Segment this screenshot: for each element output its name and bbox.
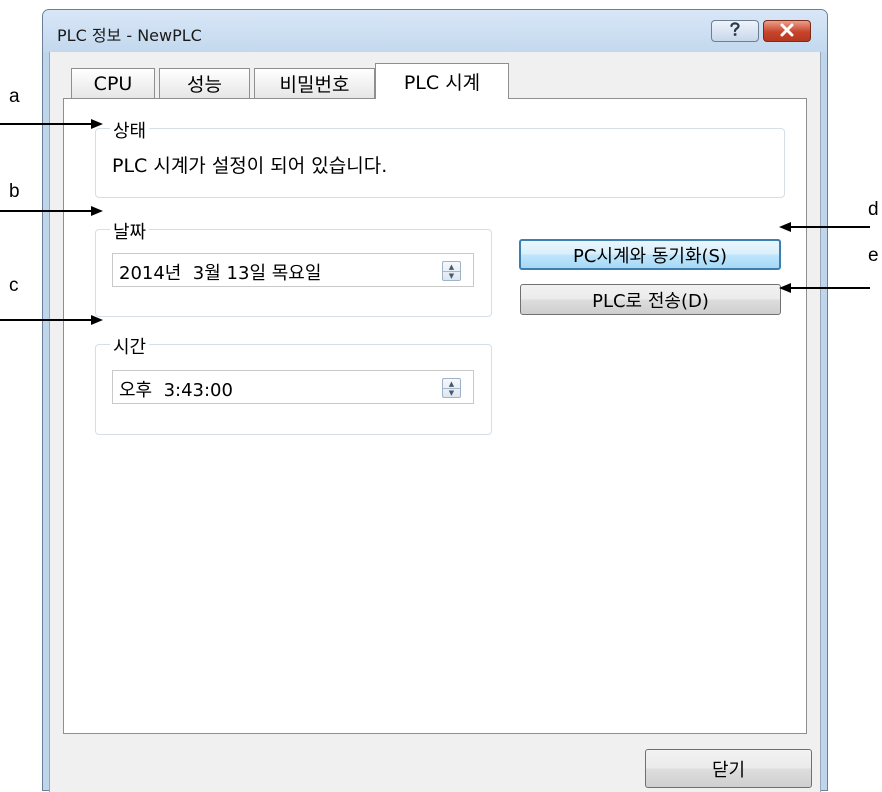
tab-label: 비밀번호 <box>279 74 350 96</box>
tab-plc-clock[interactable]: PLC 시계 <box>375 63 509 99</box>
status-group: 상태 PLC 시계가 설정이 되어 있습니다. <box>95 117 785 198</box>
send-to-plc-button[interactable]: PLC로 전송(D) <box>520 284 781 315</box>
tab-label: PLC 시계 <box>403 72 481 94</box>
help-icon <box>728 21 742 41</box>
tab-cpu[interactable]: CPU <box>71 68 155 98</box>
date-picker[interactable]: 2014년 3월 13일 목요일 ▲ ▼ <box>112 253 474 287</box>
date-spin-down-icon[interactable]: ▼ <box>443 271 460 280</box>
time-spinner[interactable]: ▲ ▼ <box>442 378 461 398</box>
send-button-label: PLC로 전송(D) <box>592 290 709 312</box>
annotation-e: e <box>868 245 879 266</box>
window-title: PLC 정보 - NewPLC <box>57 26 202 45</box>
help-button[interactable] <box>711 20 759 42</box>
tab-label: CPU <box>93 72 133 95</box>
date-spinner[interactable]: ▲ ▼ <box>442 261 461 281</box>
tab-label: 성능 <box>187 74 222 96</box>
status-message: PLC 시계가 설정이 되어 있습니다. <box>112 155 388 177</box>
dialog-client-area: CPU 성능 비밀번호 PLC 시계 상태 PLC 시계가 설정이 되어 있습니… <box>49 52 821 792</box>
status-legend: 상태 <box>110 117 150 143</box>
plc-info-dialog: PLC 정보 - NewPLC CPU 성능 비밀번호 PLC 시계 상태 PL… <box>42 9 828 792</box>
tab-performance[interactable]: 성능 <box>159 68 250 98</box>
annotation-d: d <box>868 199 879 220</box>
annotation-b: b <box>9 181 20 202</box>
date-legend: 날짜 <box>110 218 150 244</box>
tab-panel-plc-clock: 상태 PLC 시계가 설정이 되어 있습니다. 날짜 2014년 3월 13일 … <box>63 98 807 734</box>
time-value: 오후 3:43:00 <box>119 380 233 401</box>
date-group: 날짜 2014년 3월 13일 목요일 ▲ ▼ <box>95 218 492 317</box>
sync-button-label: PC시계와 동기화(S) <box>573 245 727 267</box>
date-value: 2014년 3월 13일 목요일 <box>119 263 322 284</box>
close-window-button[interactable] <box>763 20 811 42</box>
tab-password[interactable]: 비밀번호 <box>254 68 375 98</box>
close-button[interactable]: 닫기 <box>645 749 812 788</box>
annotation-a: a <box>9 86 20 107</box>
close-icon <box>780 22 794 41</box>
time-legend: 시간 <box>110 333 150 359</box>
close-button-label: 닫기 <box>711 759 746 781</box>
sync-with-pc-clock-button[interactable]: PC시계와 동기화(S) <box>519 239 781 270</box>
time-picker[interactable]: 오후 3:43:00 ▲ ▼ <box>112 370 474 404</box>
time-spin-down-icon[interactable]: ▼ <box>443 388 460 397</box>
annotation-c: c <box>9 275 19 296</box>
title-bar[interactable]: PLC 정보 - NewPLC <box>43 10 827 52</box>
time-group: 시간 오후 3:43:00 ▲ ▼ <box>95 333 492 435</box>
